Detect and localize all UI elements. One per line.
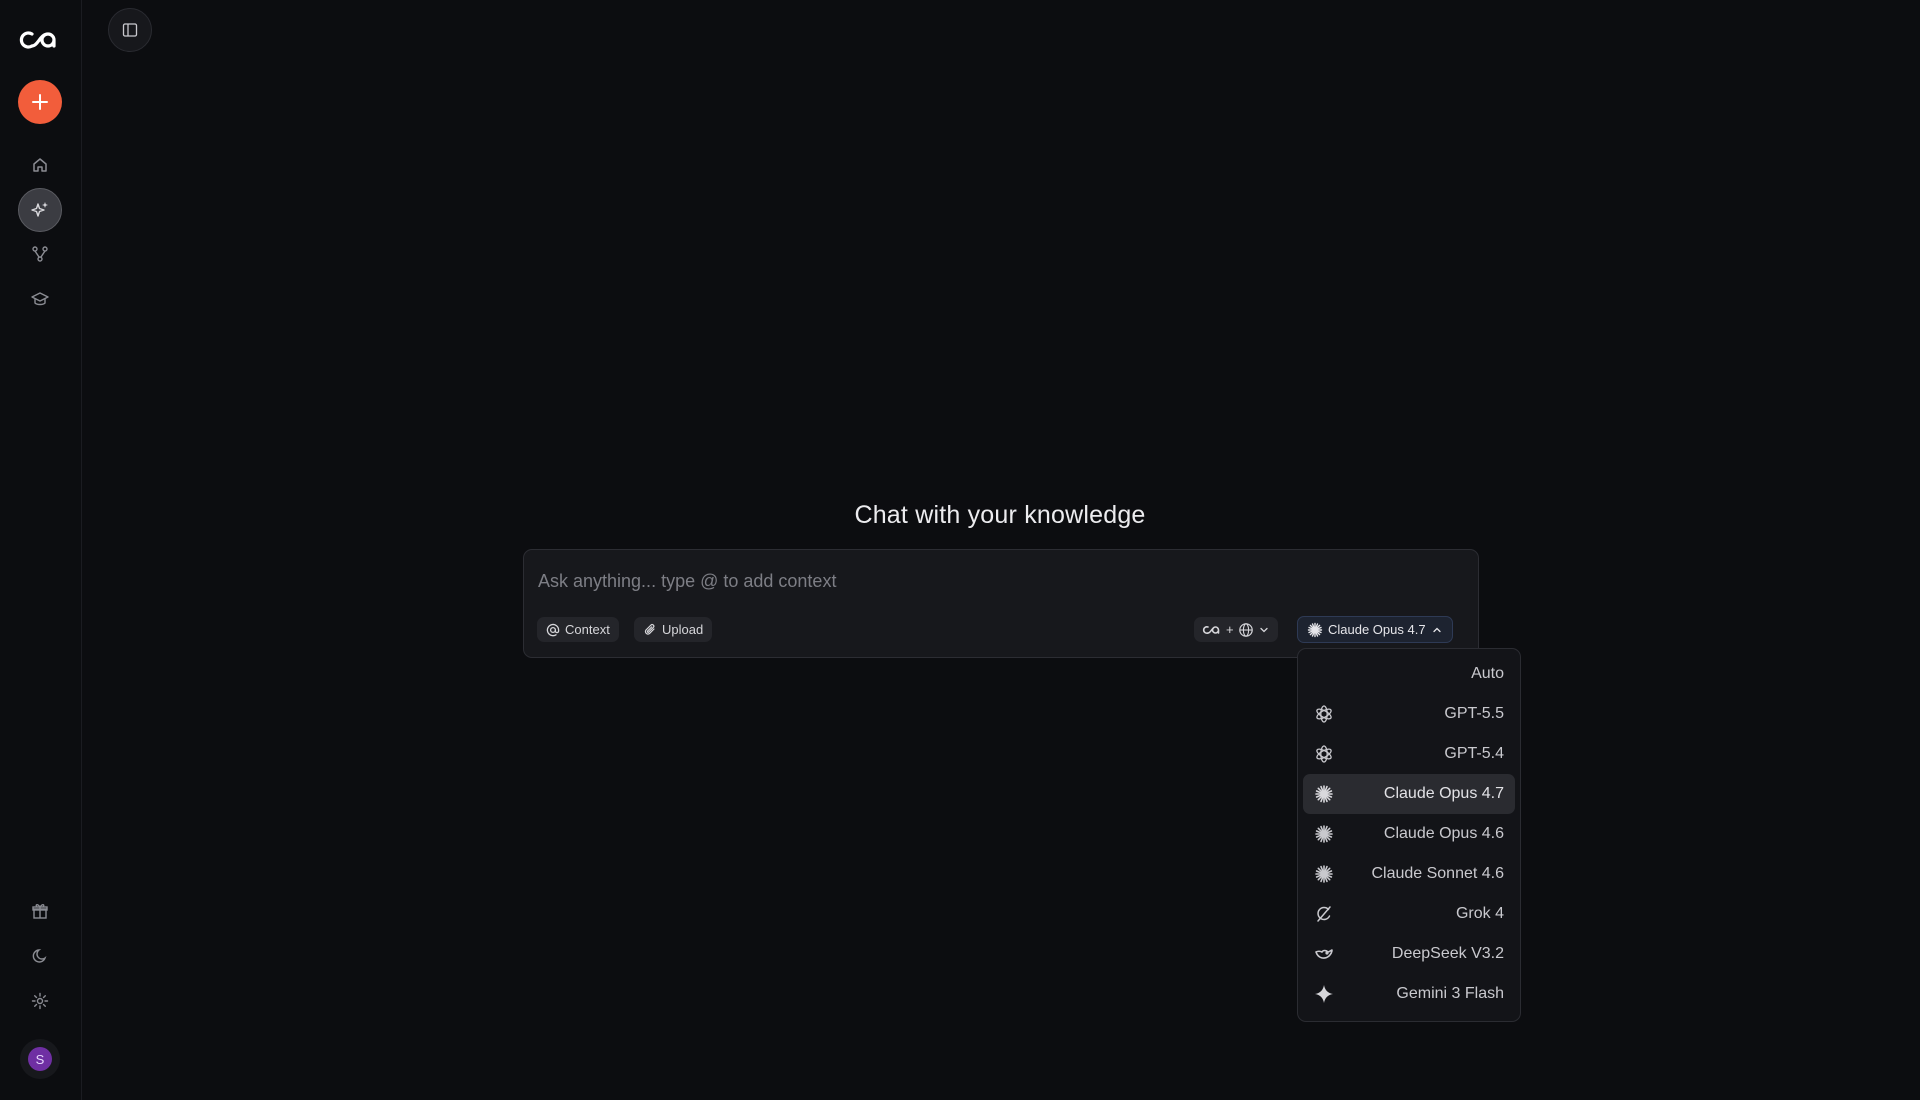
sidebar-item-learn[interactable] [20,279,60,319]
model-selector-label: Claude Opus 4.7 [1328,622,1426,637]
chat-composer: Context Upload + C [523,549,1479,658]
claude-icon [1313,863,1335,885]
upload-label: Upload [662,622,704,637]
model-selector-button[interactable]: Claude Opus 4.7 [1297,616,1453,643]
sidebar-item-home[interactable] [20,145,60,185]
model-option-deepseek-v3-2[interactable]: DeepSeek V3.2 [1303,934,1515,974]
context-button[interactable]: Context [537,617,619,642]
model-option-gpt-5-4[interactable]: GPT-5.4 [1303,734,1515,774]
app-logo-icon[interactable] [18,28,64,52]
new-chat-button[interactable] [18,80,62,124]
at-sign-icon [546,623,560,636]
chevron-down-icon [1259,627,1268,632]
avatar: S [28,1047,52,1071]
user-avatar-button[interactable]: S [20,1039,60,1079]
grok-icon [1313,903,1335,925]
model-option-gemini-3-flash[interactable]: Gemini 3 Flash [1303,974,1515,1014]
sidebar-item-chat[interactable] [18,188,62,232]
model-option-label: Claude Opus 4.7 [1383,785,1504,802]
page-title: Chat with your knowledge [854,501,1146,529]
model-option-label: DeepSeek V3.2 [1391,945,1504,962]
model-option-grok-4[interactable]: Grok 4 [1303,894,1515,934]
model-option-claude-opus-4-6[interactable]: Claude Opus 4.6 [1303,814,1515,854]
model-option-gpt-5-5[interactable]: GPT-5.5 [1303,694,1515,734]
model-option-label: GPT-5.4 [1444,745,1504,762]
claude-icon [1313,823,1335,845]
home-icon [33,158,47,172]
deepseek-icon [1313,943,1335,965]
claude-icon [1307,622,1323,637]
model-dropdown-menu: Auto GPT-5.5 GPT-5.4 Claude Opus 4.7 Cla… [1297,648,1521,1022]
sidebar-item-workflows[interactable] [20,234,60,274]
model-option-label: Gemini 3 Flash [1396,985,1504,1002]
upload-button[interactable]: Upload [634,617,713,642]
context-label: Context [565,622,610,637]
gift-icon [32,904,48,919]
graduation-cap-icon [31,292,49,306]
model-option-label: Claude Opus 4.6 [1383,825,1504,842]
sparkles-icon [31,202,48,217]
sidebar: S [0,0,82,1100]
model-option-label: Claude Sonnet 4.6 [1371,865,1504,882]
toggle-panel-button[interactable] [108,8,152,52]
settings-button[interactable] [20,981,60,1021]
source-plus: + [1226,622,1234,637]
model-option-claude-opus-4-7[interactable]: Claude Opus 4.7 [1303,774,1515,814]
sidebar-item-gifts[interactable] [20,891,60,931]
globe-icon [1238,622,1253,637]
model-option-label: Grok 4 [1455,905,1504,922]
openai-icon [1313,743,1335,765]
model-option-claude-sonnet-4-6[interactable]: Claude Sonnet 4.6 [1303,854,1515,894]
openai-icon [1313,703,1335,725]
chat-input[interactable] [536,566,1300,596]
model-option-label: Auto [1471,665,1504,682]
model-option-label: GPT-5.5 [1444,705,1504,722]
sidebar-panel-icon [122,23,138,37]
source-selector[interactable]: + [1194,617,1278,642]
gear-icon [31,992,49,1010]
claude-icon [1313,783,1335,805]
plus-icon [32,94,48,110]
chevron-up-icon [1432,627,1441,632]
gemini-icon [1313,983,1335,1005]
model-option-auto[interactable]: Auto [1303,654,1515,694]
app-logo-small-icon [1202,625,1220,634]
branch-icon [32,246,48,262]
moon-icon [32,949,47,963]
theme-toggle[interactable] [20,936,60,976]
paperclip-icon [644,623,655,635]
